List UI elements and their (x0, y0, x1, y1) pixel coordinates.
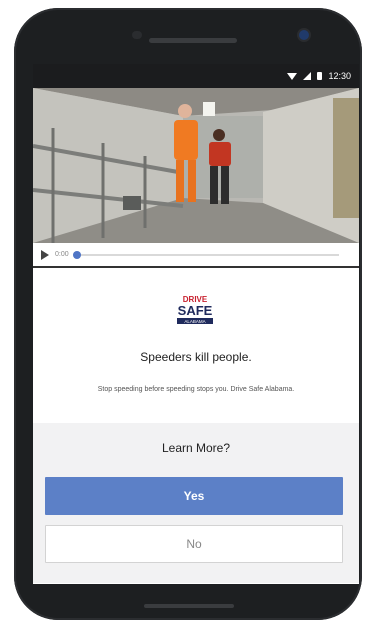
bottom-speaker (144, 604, 234, 608)
video-thumbnail (33, 88, 359, 243)
cta-panel: Learn More? Yes No (33, 423, 359, 583)
status-time: 12:30 (328, 71, 351, 81)
ad-subtext: Stop speeding before speeding stops you.… (97, 386, 295, 393)
status-bar: 12:30 (33, 64, 359, 88)
front-camera (299, 30, 309, 40)
battery-icon (317, 72, 323, 80)
svg-text:SAFE: SAFE (178, 303, 213, 318)
drive-safe-alabama-logo: DRIVE SAFE ALABAMA (173, 294, 217, 326)
scrubber-handle[interactable] (72, 250, 81, 259)
ad-content: DRIVE SAFE ALABAMA Speeders kill people.… (33, 268, 359, 423)
wifi-icon (287, 72, 298, 80)
signal-icon (303, 72, 312, 80)
video-player[interactable] (33, 88, 359, 243)
earpiece-speaker (149, 38, 237, 43)
no-button[interactable]: No (45, 525, 343, 563)
phone-screen: 12:30 0:00 DRIVE SAFE ALABAMA Speeders k… (33, 64, 359, 584)
video-scrubber[interactable] (72, 250, 339, 259)
svg-text:ALABAMA: ALABAMA (184, 319, 205, 324)
video-time: 0:00 (55, 251, 69, 258)
learn-more-prompt: Learn More? (161, 441, 231, 455)
proximity-sensor (132, 31, 142, 39)
video-controls: 0:00 (33, 243, 359, 268)
ad-headline: Speeders kill people. (140, 350, 252, 364)
play-icon[interactable] (41, 249, 49, 260)
yes-button[interactable]: Yes (45, 477, 343, 515)
